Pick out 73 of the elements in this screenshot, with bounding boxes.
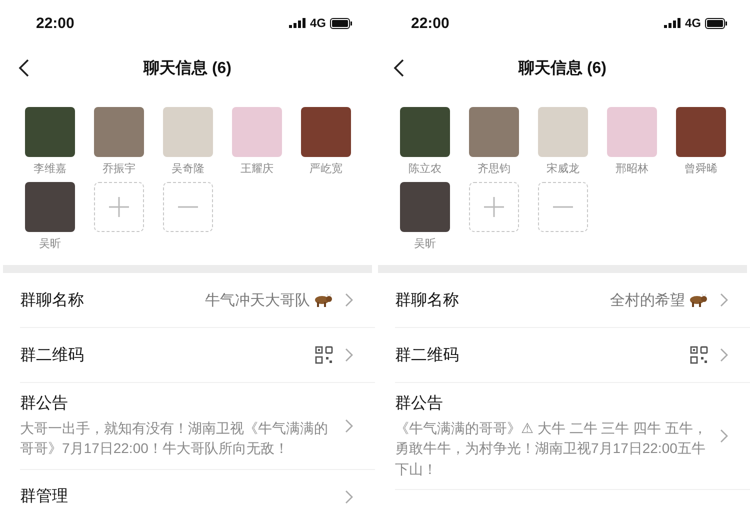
add-member-button[interactable] xyxy=(94,182,144,232)
plus-icon xyxy=(483,196,505,218)
chevron-icon xyxy=(345,490,353,504)
avatar-photo-placeholder[interactable] xyxy=(94,107,144,157)
notice-text: 大哥一出手，就知有没有！湖南卫视《牛气满满的哥哥》7月17日22:00！牛大哥队所向无敌！ xyxy=(20,419,329,458)
status-time: 22:00 xyxy=(36,14,74,32)
cow-icon xyxy=(313,293,333,307)
avatar-photo-placeholder[interactable] xyxy=(232,107,282,157)
back-icon[interactable] xyxy=(393,58,405,78)
member-name: 齐思钧 xyxy=(478,162,510,176)
chevron-icon xyxy=(345,348,353,362)
back-icon[interactable] xyxy=(18,58,30,78)
settings-row[interactable]: 群二维码 xyxy=(395,328,750,383)
chevron-icon xyxy=(720,428,728,443)
member-name: 李维嘉 xyxy=(34,162,66,176)
network-label: 4G xyxy=(310,16,326,30)
avatar-photo-placeholder[interactable] xyxy=(469,107,519,157)
member-name: 吴昕 xyxy=(414,237,436,251)
row-label: 群管理 xyxy=(20,487,69,508)
settings-row[interactable]: 群管理 xyxy=(20,470,375,522)
group-name-value: 牛气冲天大哥队 xyxy=(205,290,310,310)
settings-row[interactable]: 群公告 《牛气满满的哥哥》⚠ 大牛 二牛 三牛 四牛 五牛，勇敢牛牛，为村争光！湖南卫视7月17日22:00五牛下山！ xyxy=(395,383,750,490)
settings-row[interactable]: 群聊名称 全村的希望 xyxy=(395,273,750,328)
settings-row[interactable]: 群二维码 xyxy=(20,328,375,383)
remove-member-button[interactable] xyxy=(163,182,213,232)
notice-text: 《牛气满满的哥哥》⚠ 大牛 二牛 三牛 四牛 五牛，勇敢牛牛，为村争光！湖南卫视7月17日22:00五牛下山！ xyxy=(395,419,708,479)
settings-row[interactable]: 群聊名称 牛气冲天大哥队 xyxy=(20,273,375,328)
group-name-value: 全村的希望 xyxy=(610,290,685,310)
avatar-photo-placeholder[interactable] xyxy=(400,182,450,232)
row-label: 群二维码 xyxy=(395,346,460,366)
add-member-button[interactable] xyxy=(469,182,519,232)
member-name: 曾舜晞 xyxy=(684,162,718,176)
member-name: 严屹宽 xyxy=(310,162,342,176)
screen-title: 聊天信息 (6) xyxy=(518,58,606,78)
member-name: 吴奇隆 xyxy=(172,162,204,176)
member-name: 吴昕 xyxy=(39,237,61,251)
remove-member-button[interactable] xyxy=(538,182,588,232)
avatar-photo-placeholder[interactable] xyxy=(163,107,213,157)
screen-title: 聊天信息 (6) xyxy=(144,58,232,78)
row-label: 群聊名称 xyxy=(20,290,85,310)
qr-code-icon xyxy=(690,346,708,364)
avatar-photo-placeholder[interactable] xyxy=(301,107,351,157)
cow-icon xyxy=(688,293,708,307)
member-name: 陈立农 xyxy=(408,162,442,176)
avatar-photo-placeholder[interactable] xyxy=(538,107,588,157)
member-name: 乔振宇 xyxy=(102,162,136,176)
avatar-photo-placeholder[interactable] xyxy=(676,107,726,157)
network-label: 4G xyxy=(684,16,701,30)
chevron-icon xyxy=(345,293,353,307)
avatar-photo-placeholder[interactable] xyxy=(25,107,75,157)
chevron-icon xyxy=(720,348,728,362)
plus-icon xyxy=(108,196,130,218)
member-name: 王耀庆 xyxy=(240,162,274,176)
member-name: 邢昭林 xyxy=(616,162,648,176)
member-name: 宋威龙 xyxy=(546,162,580,176)
minus-icon xyxy=(177,206,199,208)
qr-code-icon xyxy=(315,346,333,364)
row-label: 群公告 xyxy=(20,394,69,414)
minus-icon xyxy=(552,206,574,208)
avatar-photo-placeholder[interactable] xyxy=(400,107,450,157)
avatar-photo-placeholder[interactable] xyxy=(25,182,75,232)
chevron-icon xyxy=(345,418,353,433)
status-time: 22:00 xyxy=(411,14,450,32)
row-label: 群二维码 xyxy=(20,346,85,366)
settings-row[interactable]: 群公告 大哥一出手，就知有没有！湖南卫视《牛气满满的哥哥》7月17日22:00！牛大哥队所向无敌！ xyxy=(20,383,375,470)
row-label: 群聊名称 xyxy=(395,290,460,310)
battery-icon xyxy=(705,18,728,28)
avatar-photo-placeholder[interactable] xyxy=(607,107,657,157)
chevron-icon xyxy=(720,293,728,307)
row-label: 群公告 xyxy=(395,394,444,414)
signal-icon xyxy=(664,18,681,28)
battery-icon xyxy=(330,18,353,28)
signal-icon xyxy=(288,18,306,28)
